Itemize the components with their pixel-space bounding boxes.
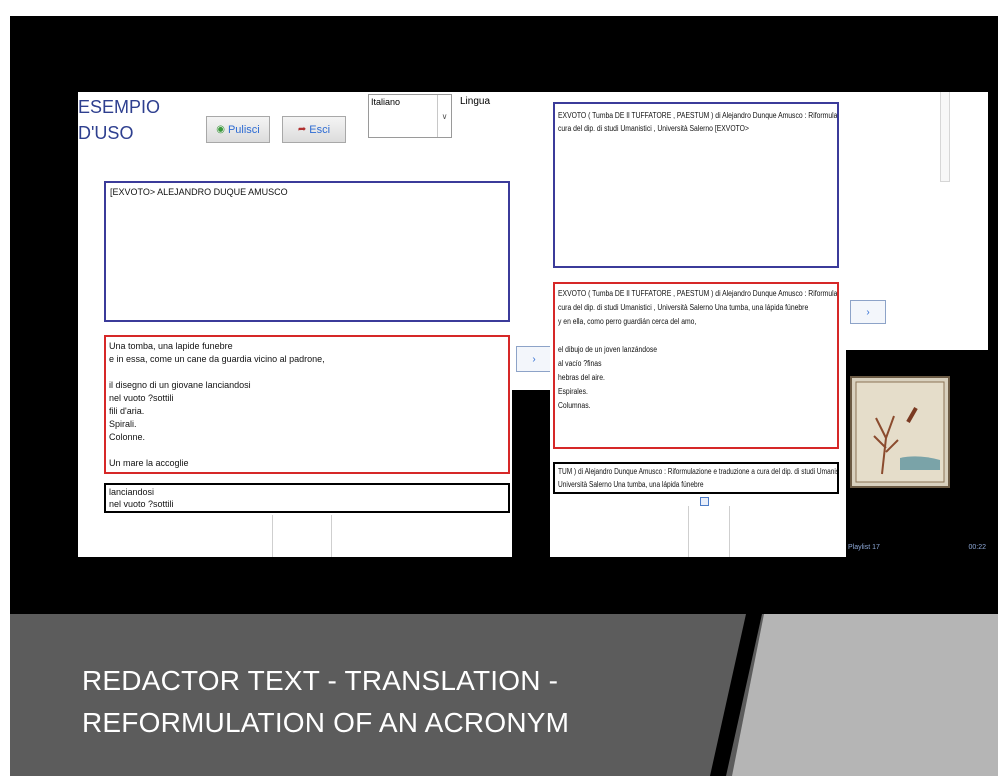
translation-line: al vacío ?finas — [558, 359, 602, 368]
result-text-area[interactable]: TUM ) di Alejandro Dunque Amusco : Rifor… — [553, 462, 839, 494]
chevron-down-icon[interactable]: ∨ — [437, 95, 451, 137]
side-scrollbar[interactable] — [940, 92, 950, 182]
language-select[interactable]: Italiano ∨ — [368, 94, 452, 138]
exit-button-label: Esci — [309, 123, 331, 136]
poem-line: fili d'aria. — [109, 406, 145, 416]
translation-line: EXVOTO ( Tumba DE Il TUFFATORE , PAESTUM… — [558, 289, 838, 298]
video-player[interactable]: Playlist 17 00:22 — [846, 350, 988, 557]
input-text-value: [EXVOTO> ALEJANDRO DUQUE AMUSCO — [110, 187, 288, 197]
translation-line: Espirales. — [558, 387, 588, 396]
poem-text: Una tomba, una lapide funebre e in essa, … — [109, 340, 505, 470]
selection-text-area[interactable]: lanciandosi nel vuoto ?sottili — [104, 483, 510, 513]
language-select-value: Italiano — [371, 97, 401, 107]
translation-line: y en ella, como perro guardián cerca del… — [558, 317, 697, 326]
input-text-area[interactable]: [EXVOTO> ALEJANDRO DUQUE AMUSCO — [104, 181, 510, 322]
title-line-1: ESEMPIO — [78, 97, 161, 117]
caption-band: REDACTOR TEXT - TRANSLATION - REFORMULAT… — [10, 614, 998, 776]
video-playlist-label: Playlist 17 — [848, 544, 880, 551]
caption-line-1: REDACTOR TEXT - TRANSLATION - — [82, 665, 559, 696]
title-line-2: D'USO — [78, 123, 134, 143]
translation-line: el dibujo de un joven lanzándose — [558, 345, 658, 354]
translation-text-area[interactable]: EXVOTO ( Tumba DE Il TUFFATORE , PAESTUM… — [553, 282, 839, 449]
poem-line — [109, 366, 505, 379]
poem-line: Colonne. — [109, 432, 146, 442]
translation-line: hebras del aire. — [558, 373, 605, 382]
next-arrow-icon-2: › — [866, 306, 870, 318]
tuffatore-fresco-graphic — [855, 381, 945, 483]
next-button[interactable]: › — [516, 346, 552, 372]
output-text-area[interactable]: Una tomba, una lapide funebre e in essa, … — [104, 335, 510, 474]
exit-icon: ➦ — [297, 124, 307, 135]
poem-line: Spirali. — [109, 419, 137, 429]
caption-line-2: REFORMULATION OF AN ACRONYM — [82, 707, 570, 738]
poem-line: Una tomba, una lapide funebre — [109, 341, 233, 351]
translation-text: EXVOTO ( Tumba DE Il TUFFATORE , PAESTUM… — [558, 287, 838, 413]
translation-line: Columnas. — [558, 401, 591, 410]
result-line: Università Salerno Una tumba, una lápida… — [558, 480, 704, 489]
result-text: TUM ) di Alejandro Dunque Amusco : Rifor… — [558, 465, 839, 491]
poem-line — [109, 444, 505, 457]
black-overlay — [512, 390, 554, 557]
selection-text: lanciandosi nel vuoto ?sottili — [109, 486, 505, 510]
left-screenshot: ESEMPIO D'USO ◉ Pulisci ➦ Esci Italiano … — [78, 92, 554, 557]
poem-line: il disegno di un giovane lanciandosi — [109, 380, 251, 390]
caption-light-panel — [732, 614, 998, 776]
selection-line: nel vuoto ?sottili — [109, 499, 174, 509]
poem-line: e in essa, come un cane da guardia vicin… — [109, 354, 325, 364]
language-label: Lingua — [460, 96, 491, 107]
poem-line: Un mare la accoglie — [109, 458, 189, 468]
poem-line: nel vuoto ?sottili — [109, 393, 174, 403]
video-time: 00:22 — [968, 544, 986, 551]
result-line: TUM ) di Alejandro Dunque Amusco : Rifor… — [558, 467, 839, 476]
clear-button[interactable]: ◉ Pulisci — [206, 116, 270, 143]
right-screenshot: EXVOTO ( Tumba DE Il TUFFATORE , PAESTUM… — [550, 92, 988, 557]
clear-icon: ◉ — [216, 124, 225, 135]
caption-text: REDACTOR TEXT - TRANSLATION - REFORMULAT… — [82, 660, 569, 744]
acronym-text: EXVOTO ( Tumba DE Il TUFFATORE , PAESTUM… — [558, 109, 838, 135]
next-button-2[interactable]: › — [850, 300, 886, 324]
calendar-icon[interactable] — [700, 497, 709, 506]
translation-line — [558, 329, 830, 343]
acronym-line: EXVOTO ( Tumba DE Il TUFFATORE , PAESTUM… — [558, 111, 838, 120]
selection-line: lanciandosi — [109, 487, 155, 497]
exit-button[interactable]: ➦ Esci — [282, 116, 346, 143]
fresco-image — [850, 376, 950, 488]
presentation-slide: ESEMPIO D'USO ◉ Pulisci ➦ Esci Italiano … — [10, 16, 998, 776]
right-form-footer — [688, 506, 730, 557]
acronym-text-area[interactable]: EXVOTO ( Tumba DE Il TUFFATORE , PAESTUM… — [553, 102, 839, 268]
clear-button-label: Pulisci — [227, 123, 260, 136]
page-title: ESEMPIO D'USO — [78, 94, 160, 146]
next-arrow-icon: › — [532, 353, 536, 365]
translation-line: cura del dip. di studi Umanistici , Univ… — [558, 303, 809, 312]
acronym-line: cura del dip. di studi Umanistici , Univ… — [558, 124, 749, 133]
left-form-footer — [272, 515, 332, 557]
